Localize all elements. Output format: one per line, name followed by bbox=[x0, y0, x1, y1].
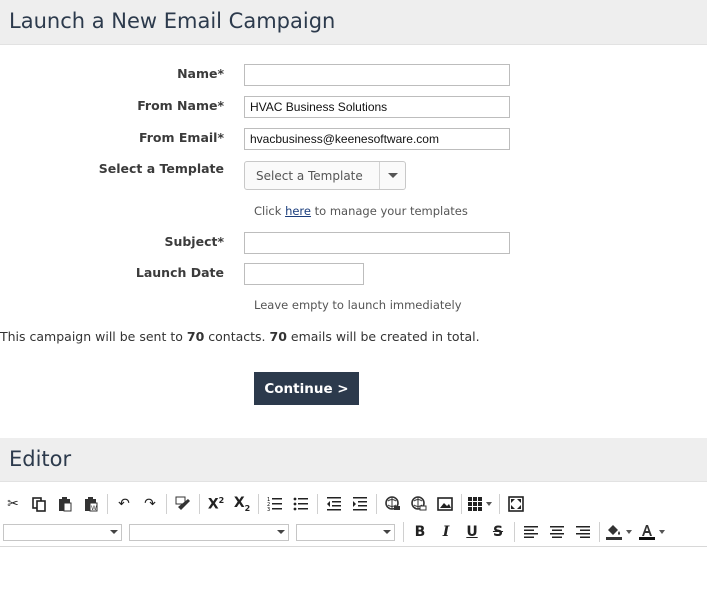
manage-templates-link[interactable]: here bbox=[285, 204, 311, 218]
underline-icon: U bbox=[466, 524, 478, 540]
cut-icon[interactable]: ✂ bbox=[0, 492, 26, 516]
editor-title: Editor bbox=[9, 447, 72, 471]
image-icon[interactable] bbox=[432, 492, 458, 516]
template-select[interactable]: Select a Template bbox=[244, 161, 406, 190]
align-center-icon[interactable] bbox=[544, 520, 570, 544]
undo-icon[interactable]: ↶ bbox=[111, 492, 137, 516]
from-email-label: From Email* bbox=[139, 130, 224, 145]
emails-count: 70 bbox=[269, 329, 287, 344]
editor-toolbar-main: ✂ W ↶ ↷ X2 X2 123 bbox=[0, 491, 529, 517]
superscript-icon[interactable]: X2 bbox=[203, 492, 229, 516]
background-color-dropdown-icon[interactable] bbox=[626, 530, 632, 534]
name-input[interactable] bbox=[244, 64, 510, 86]
template-select-toggle[interactable] bbox=[379, 162, 405, 189]
svg-text:W: W bbox=[91, 505, 97, 512]
template-help-prefix: Click bbox=[254, 204, 282, 218]
strike-button[interactable]: S bbox=[485, 520, 511, 544]
contacts-count: 70 bbox=[186, 329, 205, 344]
size-select[interactable] bbox=[296, 523, 395, 541]
editor-toolbar-format: B I U S bbox=[0, 520, 669, 544]
toolbar-separator bbox=[258, 494, 259, 514]
copy-icon[interactable] bbox=[26, 492, 52, 516]
background-color-icon[interactable] bbox=[603, 520, 625, 544]
from-name-input[interactable] bbox=[244, 96, 510, 118]
page-title: Launch a New Email Campaign bbox=[9, 9, 336, 33]
toolbar-separator bbox=[107, 494, 108, 514]
editor-header: Editor bbox=[0, 438, 707, 482]
from-name-label: From Name* bbox=[137, 98, 224, 113]
table-dropdown-icon[interactable] bbox=[486, 502, 492, 506]
strike-icon: S bbox=[492, 524, 504, 540]
campaign-summary: This campaign will be sent to 70 contact… bbox=[0, 329, 480, 344]
outdent-icon[interactable] bbox=[321, 492, 347, 516]
toolbar-separator bbox=[376, 494, 377, 514]
bold-icon: B bbox=[414, 524, 426, 540]
align-right-icon[interactable] bbox=[570, 520, 596, 544]
font-select[interactable] bbox=[129, 523, 289, 541]
from-email-input[interactable] bbox=[244, 128, 510, 150]
align-left-icon[interactable] bbox=[518, 520, 544, 544]
bold-button[interactable]: B bbox=[407, 520, 433, 544]
chevron-down-icon bbox=[387, 173, 398, 178]
template-select-value: Select a Template bbox=[256, 168, 363, 183]
chevron-down-icon bbox=[277, 530, 285, 534]
toolbar-separator bbox=[499, 494, 500, 514]
spellcheck-icon[interactable] bbox=[170, 492, 196, 516]
summary-text-2: contacts. bbox=[208, 329, 266, 344]
editor-toolbar-divider bbox=[0, 546, 707, 547]
bulleted-list-icon[interactable] bbox=[288, 492, 314, 516]
toolbar-separator bbox=[166, 494, 167, 514]
numbered-list-icon[interactable]: 123 bbox=[262, 492, 288, 516]
text-color-dropdown-icon[interactable] bbox=[659, 530, 665, 534]
template-help-suffix: to manage your templates bbox=[314, 204, 468, 218]
toolbar-separator bbox=[599, 522, 600, 542]
name-label: Name* bbox=[177, 66, 224, 81]
launch-date-input[interactable] bbox=[244, 263, 364, 285]
underline-button[interactable]: U bbox=[459, 520, 485, 544]
toolbar-separator bbox=[199, 494, 200, 514]
fullscreen-icon[interactable] bbox=[503, 492, 529, 516]
redo-icon[interactable]: ↷ bbox=[137, 492, 163, 516]
subject-input[interactable] bbox=[244, 232, 510, 254]
toolbar-separator bbox=[403, 522, 404, 542]
toolbar-separator bbox=[514, 522, 515, 542]
chevron-down-icon bbox=[383, 530, 391, 534]
paste-icon[interactable] bbox=[52, 492, 78, 516]
summary-text-3: emails will be created in total. bbox=[290, 329, 480, 344]
campaign-header: Launch a New Email Campaign bbox=[0, 0, 707, 45]
unlink-icon[interactable] bbox=[406, 492, 432, 516]
launch-date-help: Leave empty to launch immediately bbox=[254, 298, 462, 312]
launch-date-label: Launch Date bbox=[135, 265, 224, 280]
chevron-down-icon bbox=[110, 530, 118, 534]
subject-label: Subject* bbox=[164, 234, 224, 249]
summary-text-1: This campaign will be sent to bbox=[0, 329, 183, 344]
style-select[interactable] bbox=[3, 523, 122, 541]
paste-word-icon[interactable]: W bbox=[78, 492, 104, 516]
italic-button[interactable]: I bbox=[433, 520, 459, 544]
toolbar-separator bbox=[461, 494, 462, 514]
svg-text:3: 3 bbox=[267, 507, 270, 512]
template-label: Select a Template bbox=[98, 161, 224, 176]
text-color-icon[interactable] bbox=[636, 520, 658, 544]
link-icon[interactable] bbox=[380, 492, 406, 516]
continue-button[interactable]: Continue > bbox=[254, 372, 359, 405]
table-icon[interactable] bbox=[465, 492, 485, 516]
template-help: Click here to manage your templates bbox=[254, 204, 468, 218]
italic-icon: I bbox=[442, 524, 450, 540]
toolbar-separator bbox=[317, 494, 318, 514]
subscript-icon[interactable]: X2 bbox=[229, 492, 255, 516]
indent-icon[interactable] bbox=[347, 492, 373, 516]
